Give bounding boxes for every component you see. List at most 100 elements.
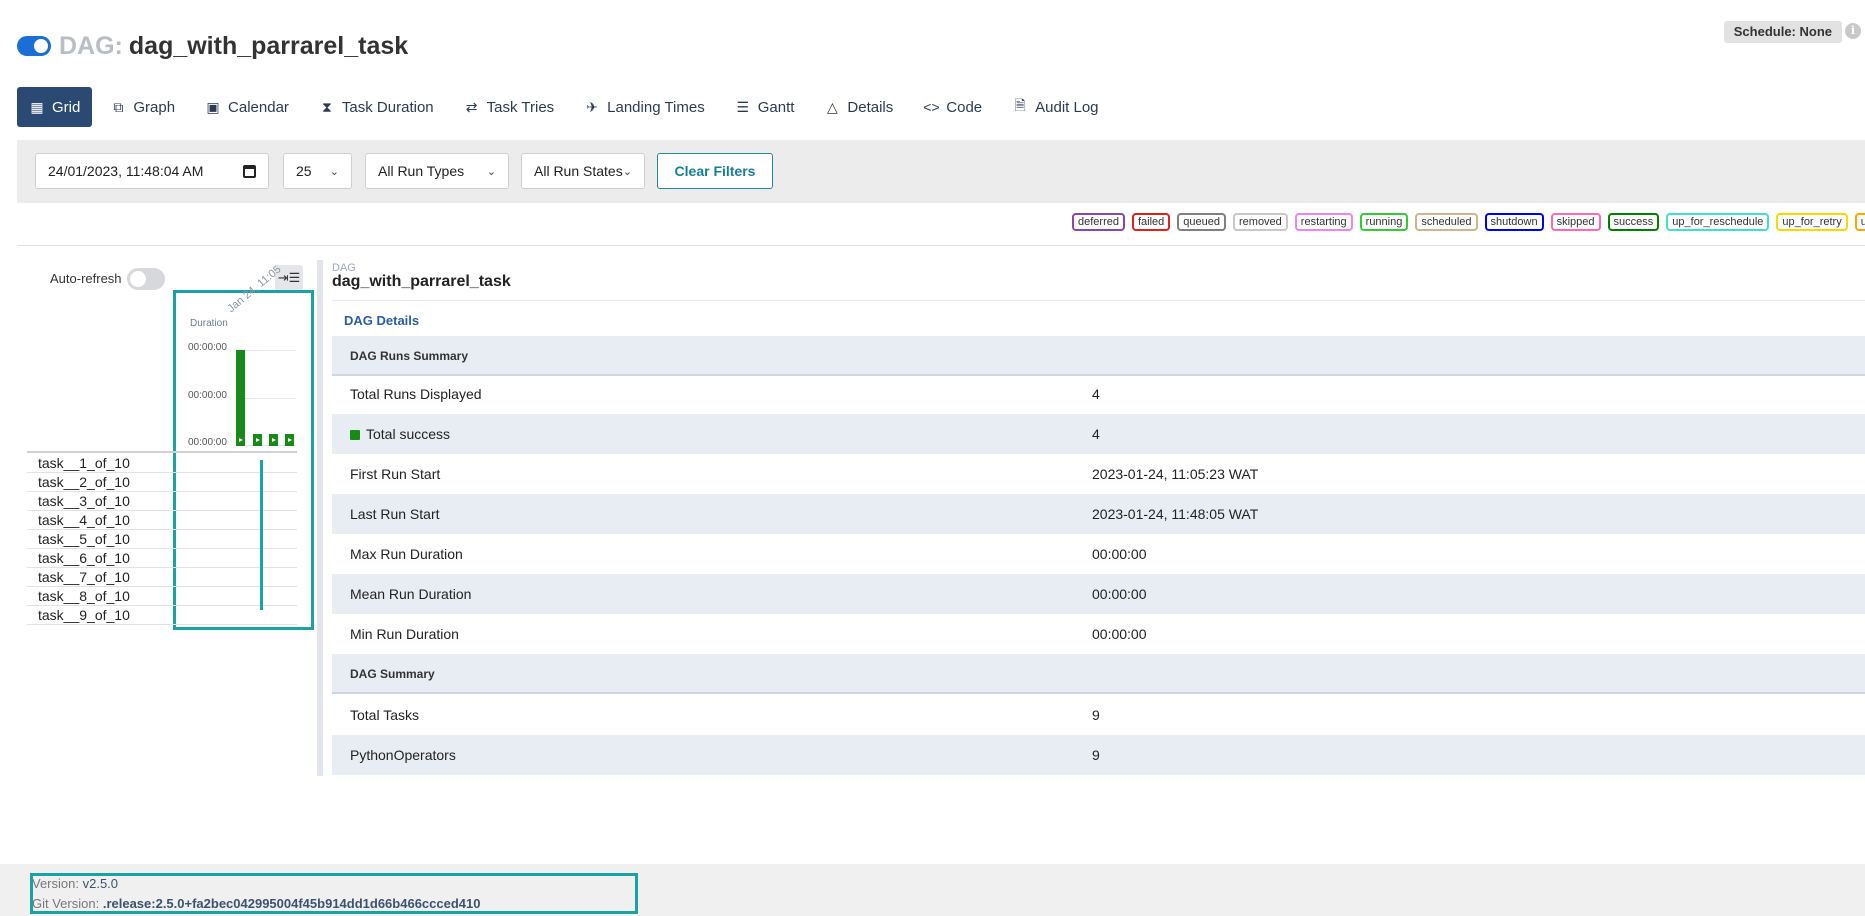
task-row-label[interactable]: task__6_of_10	[38, 550, 130, 566]
duration-tick: 00:00:00	[188, 342, 227, 353]
summary-value: 00:00:00	[1092, 626, 1147, 642]
task-row-label[interactable]: task__7_of_10	[38, 569, 130, 585]
tab-grid[interactable]: ▦ Grid	[17, 87, 93, 127]
tab-audit-log[interactable]: 🗎 Audit Log	[1000, 87, 1110, 127]
dag-pause-toggle[interactable]	[17, 36, 51, 56]
tab-label: Code	[946, 98, 983, 116]
legend-item[interactable]: running	[1359, 213, 1409, 231]
summary-label: Mean Run Duration	[350, 586, 472, 602]
task-row-divider	[27, 472, 297, 473]
tab-task-tries[interactable]: ⇄ Task Tries	[452, 87, 567, 127]
tab-gantt[interactable]: ☰ Gantt	[723, 87, 807, 127]
dag-header: DAG: dag_with_parrarel_task	[17, 28, 408, 64]
summary-value: 4	[1092, 386, 1100, 402]
legend-item[interactable]: up_for_retry	[1776, 213, 1848, 231]
run-type-select[interactable]: All Run Types ⌄	[365, 153, 509, 189]
summary-label: Last Run Start	[350, 506, 440, 522]
run-play-icon[interactable]	[236, 435, 245, 446]
calendar-picker-icon[interactable]	[243, 164, 256, 178]
git-version-label: Git Version:	[32, 896, 100, 911]
details-dag-title: dag_with_parrarel_task	[332, 273, 511, 290]
duration-tick: 00:00:00	[188, 437, 227, 448]
tab-label: Details	[847, 98, 894, 116]
tab-label: Graph	[133, 98, 176, 116]
legend-item[interactable]: skipped	[1550, 213, 1601, 231]
schedule-badge: Schedule: None	[1723, 21, 1842, 43]
num-runs-select[interactable]: 25 ⌄	[283, 153, 352, 189]
summary-value: 9	[1092, 747, 1100, 763]
summary-value: 9	[1092, 707, 1100, 723]
version-label: Version:	[32, 876, 79, 891]
auto-refresh-toggle[interactable]	[127, 268, 165, 290]
task-row-label[interactable]: task__5_of_10	[38, 531, 130, 547]
success-status-icon	[350, 430, 360, 440]
gridline	[236, 350, 296, 351]
run-state-select[interactable]: All Run States ⌄	[521, 153, 645, 189]
runs-summary-header: DAG Runs Summary	[332, 336, 1865, 376]
auto-refresh-label: Auto-refresh	[50, 271, 122, 286]
task-row-label[interactable]: task__8_of_10	[38, 588, 130, 604]
task-row-label[interactable]: task__3_of_10	[38, 493, 130, 509]
tab-graph[interactable]: ⧉ Graph	[98, 87, 187, 127]
calendar-icon: ▣	[206, 98, 220, 115]
retry-icon: ⇄	[465, 98, 478, 115]
summary-label: Min Run Duration	[350, 626, 459, 642]
grid-icon: ▦	[30, 98, 44, 115]
run-state-value: All Run States	[534, 163, 623, 179]
legend-item[interactable]: success	[1607, 213, 1660, 231]
tab-label: Task Duration	[341, 98, 434, 116]
run-play-icon[interactable]	[269, 435, 278, 446]
summary-row: First Run Start 2023-01-24, 11:05:23 WAT	[332, 454, 1865, 494]
tab-code[interactable]: <> Code	[911, 87, 994, 127]
legend-item[interactable]: scheduled	[1415, 213, 1478, 231]
run-duration-bar[interactable]	[236, 350, 245, 446]
tab-label: Audit Log	[1035, 98, 1099, 116]
legend-item[interactable]: up_for_reschedule	[1666, 213, 1770, 231]
git-version-value: .release:2.5.0+fa2bec042995004f45b914dd1…	[102, 896, 481, 911]
tab-task-duration[interactable]: ⧗ Task Duration	[307, 87, 446, 127]
task-header-divider	[27, 451, 297, 453]
summary-label: Total success	[366, 426, 451, 442]
legend-item[interactable]: upstream_failed	[1854, 213, 1865, 231]
task-row-label[interactable]: task__4_of_10	[38, 512, 130, 528]
summary-label: PythonOperators	[350, 747, 456, 763]
gridline	[236, 398, 296, 399]
base-date-value: 24/01/2023, 11:48:04 AM	[48, 163, 204, 179]
summary-label: First Run Start	[350, 466, 441, 482]
tab-details[interactable]: △ Details	[812, 87, 905, 127]
task-row-label[interactable]: task__1_of_10	[38, 455, 130, 471]
git-version-line: Git Version: .release:2.5.0+fa2bec042995…	[32, 896, 480, 911]
divider	[17, 245, 1865, 246]
legend-item[interactable]: restarting	[1294, 213, 1353, 231]
panel-resize-handle[interactable]	[317, 260, 323, 776]
tab-label: Task Tries	[486, 98, 555, 116]
run-play-icon[interactable]	[253, 435, 262, 446]
clear-filters-button[interactable]: Clear Filters	[657, 153, 773, 189]
legend-item[interactable]: queued	[1177, 213, 1226, 231]
dag-summary-header: DAG Summary	[332, 654, 1865, 694]
summary-row: Total Tasks 9	[332, 695, 1865, 735]
task-row-divider	[27, 624, 297, 625]
chevron-down-icon: ⌄	[622, 165, 632, 178]
tab-landing-times[interactable]: ✈ Landing Times	[572, 87, 717, 127]
legend-item[interactable]: shutdown	[1484, 213, 1544, 231]
base-date-input[interactable]: 24/01/2023, 11:48:04 AM	[35, 153, 269, 189]
legend-item[interactable]: removed	[1233, 213, 1288, 231]
chevron-down-icon: ⌄	[329, 165, 339, 178]
task-row-divider	[27, 605, 297, 606]
dag-details-link[interactable]: DAG Details	[344, 313, 419, 328]
task-row-label[interactable]: task__2_of_10	[38, 474, 130, 490]
tab-calendar[interactable]: ▣ Calendar	[193, 87, 301, 127]
info-icon[interactable]: i	[1845, 23, 1861, 39]
dag-prefix-label: DAG:	[59, 31, 123, 60]
legend-item[interactable]: deferred	[1072, 213, 1125, 231]
plane-icon: ✈	[586, 98, 599, 115]
summary-value: 2023-01-24, 11:48:05 WAT	[1092, 506, 1259, 522]
legend-item[interactable]: failed	[1131, 213, 1171, 231]
task-row-label[interactable]: task__9_of_10	[38, 607, 130, 623]
run-play-icon[interactable]	[285, 435, 294, 446]
summary-row: PythonOperators 9	[332, 735, 1865, 775]
summary-label: Max Run Duration	[350, 546, 463, 562]
summary-value: 2023-01-24, 11:05:23 WAT	[1092, 466, 1259, 482]
summary-label: Total Runs Displayed	[350, 386, 482, 402]
